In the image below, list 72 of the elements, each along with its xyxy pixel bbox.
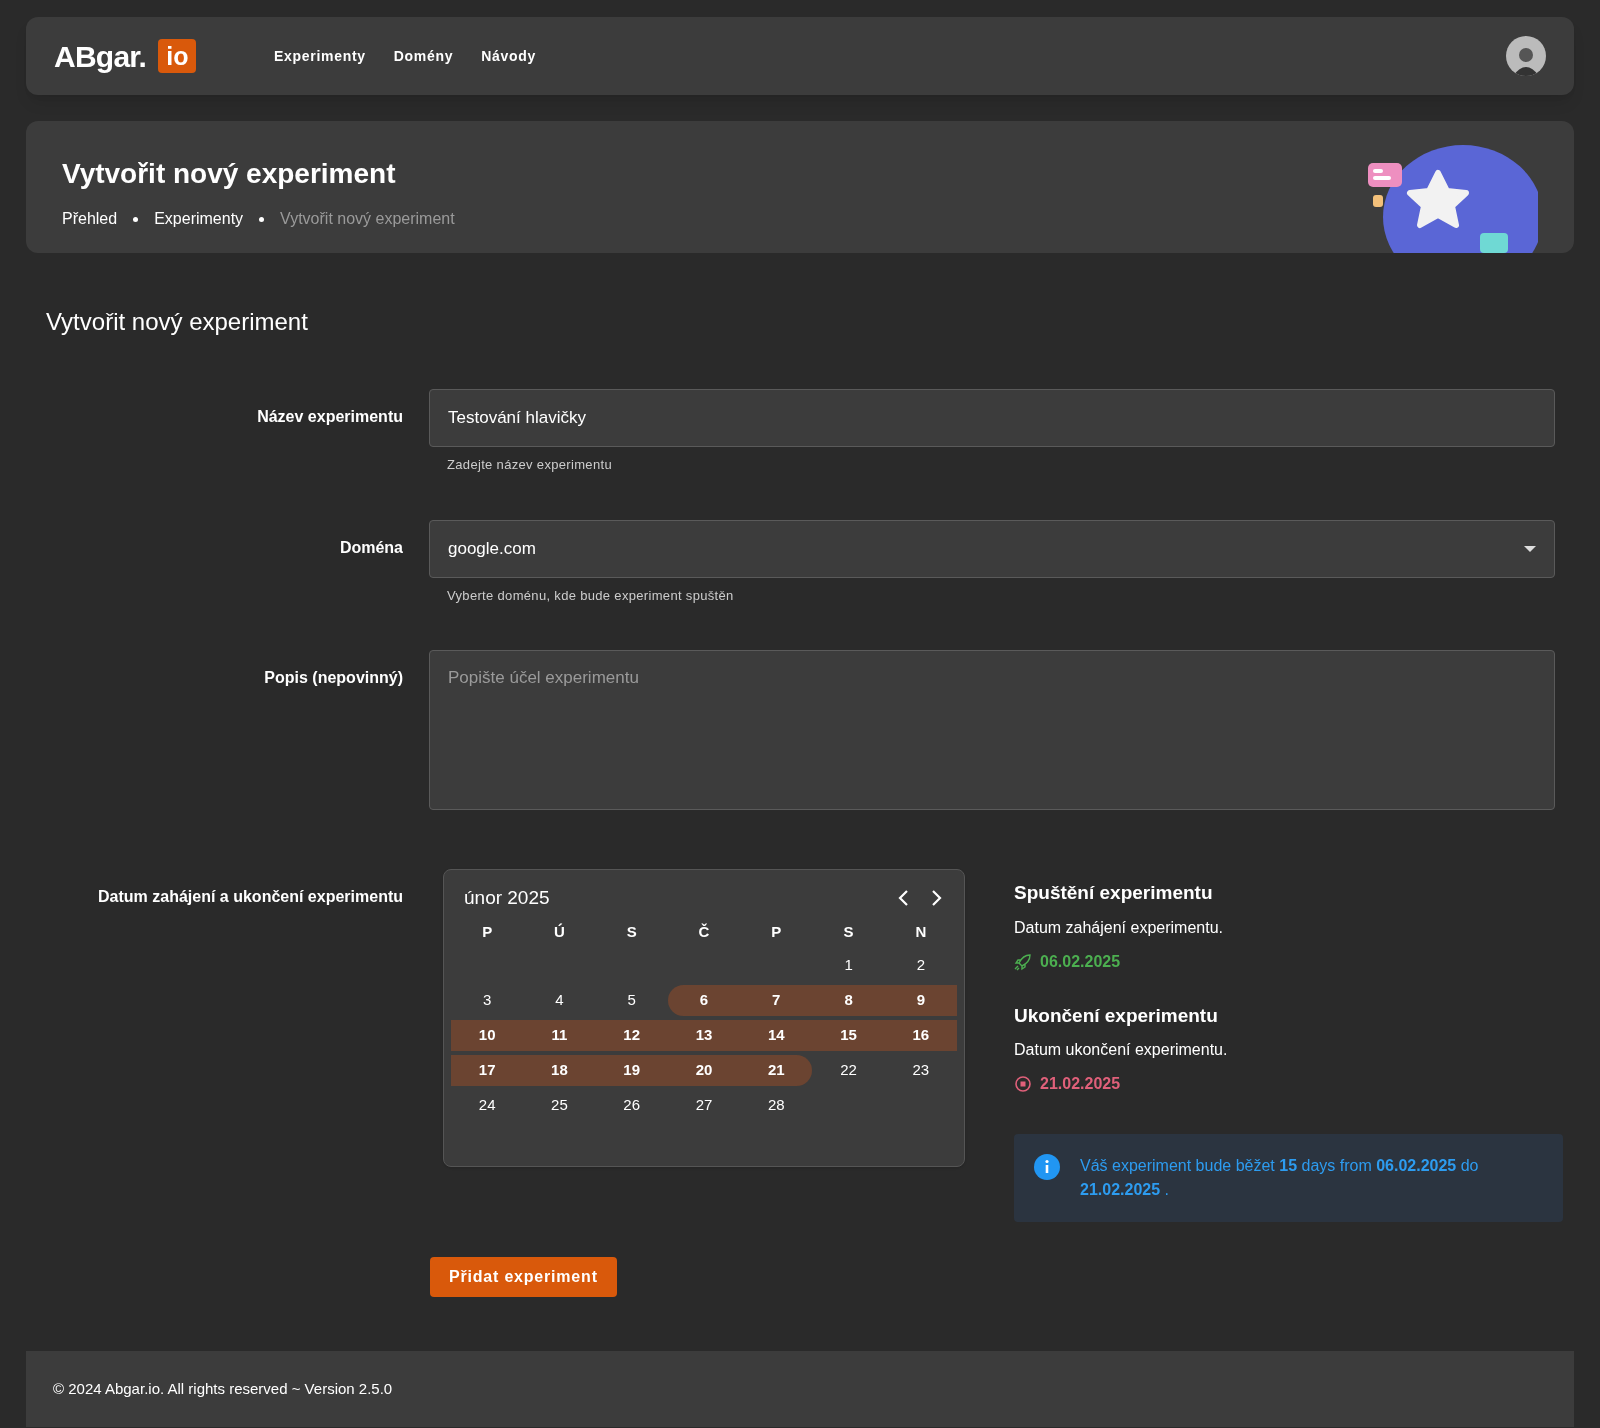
calendar-day[interactable]: 22 — [812, 1055, 885, 1086]
domain-select[interactable]: google.com — [429, 519, 1555, 578]
field-hint: Zadejte název experimentu — [447, 456, 613, 474]
calendar-day[interactable]: 4 — [523, 985, 596, 1016]
calendar-day[interactable]: 13 — [667, 1020, 741, 1051]
calendar-day[interactable]: 28 — [740, 1090, 813, 1121]
next-month-icon[interactable] — [930, 889, 944, 907]
nav-link[interactable]: Domény — [393, 45, 454, 67]
calendar-day[interactable]: 3 — [451, 985, 524, 1016]
nav-link[interactable]: Návody — [481, 45, 536, 67]
field-label: Datum zahájení a ukončení experimentu — [97, 887, 403, 907]
calendar-day[interactable]: 12 — [595, 1020, 668, 1051]
calendar-day[interactable]: 19 — [595, 1055, 668, 1086]
add-experiment-button[interactable]: Přidat experiment — [430, 1257, 617, 1297]
calendar-day[interactable]: 1 — [812, 950, 885, 981]
logo-text: ABgar. — [54, 38, 147, 75]
end-title: Ukončení experimentu — [1014, 1003, 1219, 1028]
form-title: Vytvořit nový experiment — [46, 307, 309, 337]
start-date: 06.02.2025 — [1040, 951, 1121, 972]
field-label: Doména — [338, 537, 403, 558]
calendar-day[interactable]: 9 — [884, 985, 957, 1016]
calendar-day[interactable]: 21 — [740, 1055, 813, 1086]
calendar-day[interactable]: 24 — [451, 1090, 524, 1121]
previous-month-icon[interactable] — [896, 889, 910, 907]
dropdown-caret-icon — [1524, 545, 1536, 552]
calendar-day[interactable]: 17 — [451, 1055, 524, 1086]
avatar[interactable] — [1506, 36, 1546, 76]
calendar-day[interactable]: 6 — [667, 985, 741, 1016]
logo-badge: io — [158, 39, 197, 73]
info-message: Váš experiment bude běžet 15 days from 06.02.2025 do 21.02.2025 . — [1080, 1156, 1480, 1200]
footer-text: © 2024 Abgar.io. All rights reserved ~ Version 2.5.0 — [53, 1378, 393, 1399]
end-description: Datum ukončení experimentu. — [1014, 1040, 1229, 1060]
rocket-icon — [1014, 952, 1032, 971]
start-description: Datum zahájení experimentu. — [1014, 917, 1224, 938]
weekday-label: Č — [697, 921, 711, 942]
text-input[interactable]: Testování hlavičky — [429, 389, 1555, 447]
calendar-day[interactable]: 18 — [523, 1055, 596, 1086]
start-title: Spuštění experimentu — [1014, 881, 1214, 905]
calendar-day[interactable]: 7 — [740, 985, 813, 1016]
calendar-day[interactable]: 16 — [884, 1020, 957, 1051]
calendar-day[interactable]: 15 — [812, 1020, 885, 1051]
calendar-day[interactable]: 2 — [884, 950, 957, 981]
calendar-day[interactable]: 5 — [595, 985, 668, 1016]
field-label: Popis (nepovinný) — [263, 668, 403, 688]
calendar-day[interactable]: 25 — [523, 1090, 596, 1121]
weekday-label: P — [770, 921, 783, 942]
field-label: Název experimentu — [256, 407, 403, 427]
page-title: Vytvořit nový experiment — [62, 157, 397, 191]
calendar-day[interactable]: 10 — [451, 1020, 524, 1051]
calendar-day[interactable]: 11 — [523, 1020, 596, 1051]
weekday-label: N — [914, 921, 928, 942]
calendar-month: únor 2025 — [464, 885, 551, 910]
breadcrumb-separator — [133, 216, 139, 222]
stop-circle-icon — [1014, 1075, 1032, 1093]
calendar-day[interactable]: 14 — [740, 1020, 813, 1051]
calendar-day[interactable]: 20 — [667, 1055, 741, 1086]
weekday-label: S — [842, 921, 855, 942]
weekday-label: Ú — [553, 921, 566, 942]
calendar-day[interactable]: 26 — [595, 1090, 668, 1121]
calendar-day[interactable]: 27 — [667, 1090, 741, 1121]
end-date: 21.02.2025 — [1040, 1074, 1121, 1094]
breadcrumb-link[interactable]: Experimenty — [154, 207, 244, 231]
info-icon — [1034, 1154, 1060, 1180]
calendar-day[interactable]: 8 — [812, 985, 885, 1016]
weekday-label: S — [625, 921, 638, 942]
calendar-day[interactable]: 23 — [884, 1055, 957, 1086]
weekday-label: P — [481, 921, 494, 942]
field-hint: Vyberte doménu, kde bude experiment spuštěn — [447, 586, 735, 605]
description-textarea[interactable]: Popište účel experimentu — [429, 650, 1555, 810]
breadcrumb-link[interactable]: Přehled — [62, 207, 118, 231]
breadcrumb-separator — [259, 216, 265, 222]
nav-link[interactable]: Experimenty — [274, 45, 366, 67]
